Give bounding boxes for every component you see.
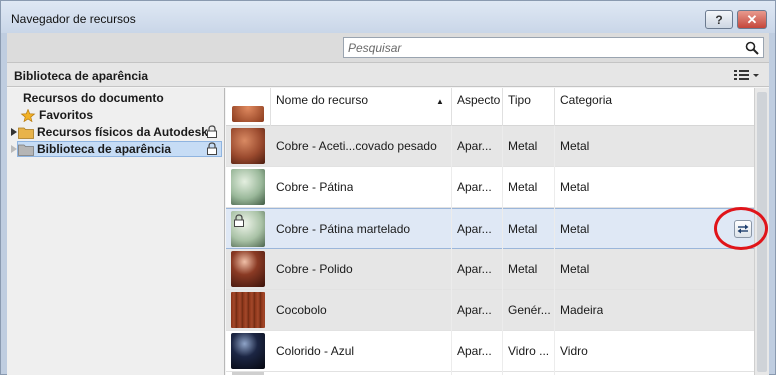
column-divider: [451, 126, 452, 375]
search-icon[interactable]: [745, 41, 759, 55]
asset-type: Metal: [508, 262, 538, 276]
browser-body: Biblioteca de aparência Recursos do docu…: [7, 33, 769, 375]
search-field[interactable]: [343, 37, 764, 58]
library-title: Biblioteca de aparência: [14, 69, 149, 83]
asset-type: Metal: [508, 139, 538, 153]
search-input[interactable]: [348, 40, 738, 55]
asset-aspect: Apar...: [457, 262, 492, 276]
asset-type: Vidro ...: [508, 344, 550, 358]
asset-type: Metal: [508, 222, 538, 236]
tree-item-document-assets[interactable]: Recursos do documento: [23, 90, 164, 106]
asset-aspect: Apar...: [457, 222, 492, 236]
asset-row[interactable]: Cocobolo Apar... Genér... Madeira: [226, 290, 754, 331]
star-icon: [20, 108, 36, 122]
asset-category: Metal: [560, 139, 590, 153]
asset-name: Cocobolo: [276, 303, 327, 317]
asset-aspect: Apar...: [457, 344, 492, 358]
asset-list: Nome do recurso ▲ Aspecto Tipo Categoria…: [226, 88, 754, 375]
tree-item-label: Recursos do documento: [23, 91, 164, 105]
library-header: Biblioteca de aparência: [7, 63, 769, 87]
asset-browser-window: Navegador de recursos ? ✕ Biblioteca de …: [0, 0, 776, 375]
column-category[interactable]: Categoria: [554, 88, 754, 126]
folder-icon: [18, 144, 34, 156]
lock-icon: [207, 142, 217, 155]
asset-name: Colorido - Azul: [276, 344, 355, 358]
material-thumbnail: [231, 128, 265, 164]
asset-type: Metal: [508, 180, 538, 194]
tree-item-label: Recursos físicos da Autodesk: [37, 125, 208, 139]
asset-row-selected[interactable]: Cobre - Pátina martelado Apar... Metal M…: [226, 208, 754, 249]
lock-icon: [234, 214, 244, 227]
window-title: Navegador de recursos: [11, 12, 136, 26]
folder-icon: [18, 127, 34, 139]
asset-category: Vidro: [560, 344, 588, 358]
list-view-icon: [734, 69, 759, 80]
asset-category: Metal: [560, 180, 590, 194]
asset-name: Cobre - Polido: [276, 262, 353, 276]
column-divider: [502, 126, 503, 375]
highlight-circle: [714, 207, 768, 250]
tree-item-label: Favoritos: [39, 108, 94, 122]
expand-arrow-icon[interactable]: [11, 128, 17, 136]
column-aspect[interactable]: Aspecto: [451, 88, 502, 126]
title-bar[interactable]: Navegador de recursos ? ✕: [1, 1, 775, 33]
material-thumbnail: [231, 292, 265, 328]
asset-aspect: Apar...: [457, 139, 492, 153]
material-thumbnail: [231, 333, 265, 369]
asset-aspect: Apar...: [457, 303, 492, 317]
asset-row[interactable]: Colorido - Azul Apar... Vidro ... Vidro: [226, 331, 754, 372]
asset-row[interactable]: Cobre - Pátina Apar... Metal Metal: [226, 167, 754, 208]
asset-category: Madeira: [560, 303, 604, 317]
asset-name: Cobre - Pátina martelado: [276, 222, 411, 236]
asset-name: Cobre - Pátina: [276, 180, 354, 194]
asset-category: Metal: [560, 262, 590, 276]
column-header: Nome do recurso ▲ Aspecto Tipo Categoria: [226, 88, 754, 126]
column-divider: [554, 126, 555, 375]
asset-type: Genér...: [508, 303, 551, 317]
lock-icon: [207, 125, 217, 138]
asset-row[interactable]: Cobre - Polido Apar... Metal Metal: [226, 249, 754, 290]
tree-item-appearance-library[interactable]: Biblioteca de aparência: [17, 141, 222, 157]
partial-thumbnail: [232, 106, 264, 122]
sort-ascending-icon: ▲: [436, 97, 444, 106]
material-thumbnail: [231, 169, 265, 205]
asset-category: Metal: [560, 222, 590, 236]
search-bar: [7, 33, 769, 63]
asset-name: Cobre - Aceti...covado pesado: [276, 139, 437, 153]
view-options-button[interactable]: [733, 66, 763, 83]
tree-item-favorites[interactable]: Favoritos: [20, 107, 93, 123]
column-name[interactable]: Nome do recurso: [270, 88, 451, 126]
help-button[interactable]: ?: [705, 10, 733, 29]
close-button[interactable]: ✕: [737, 10, 767, 29]
tree-item-label: Biblioteca de aparência: [37, 142, 172, 156]
tree-item-autodesk-physical-assets[interactable]: Recursos físicos da Autodesk: [18, 124, 208, 140]
asset-aspect: Apar...: [457, 180, 492, 194]
asset-row[interactable]: Cobre - Aceti...covado pesado Apar... Me…: [226, 126, 754, 167]
material-thumbnail: [231, 251, 265, 287]
column-type[interactable]: Tipo: [502, 88, 554, 126]
library-tree: Recursos do documento Favoritos Recursos…: [7, 88, 225, 375]
